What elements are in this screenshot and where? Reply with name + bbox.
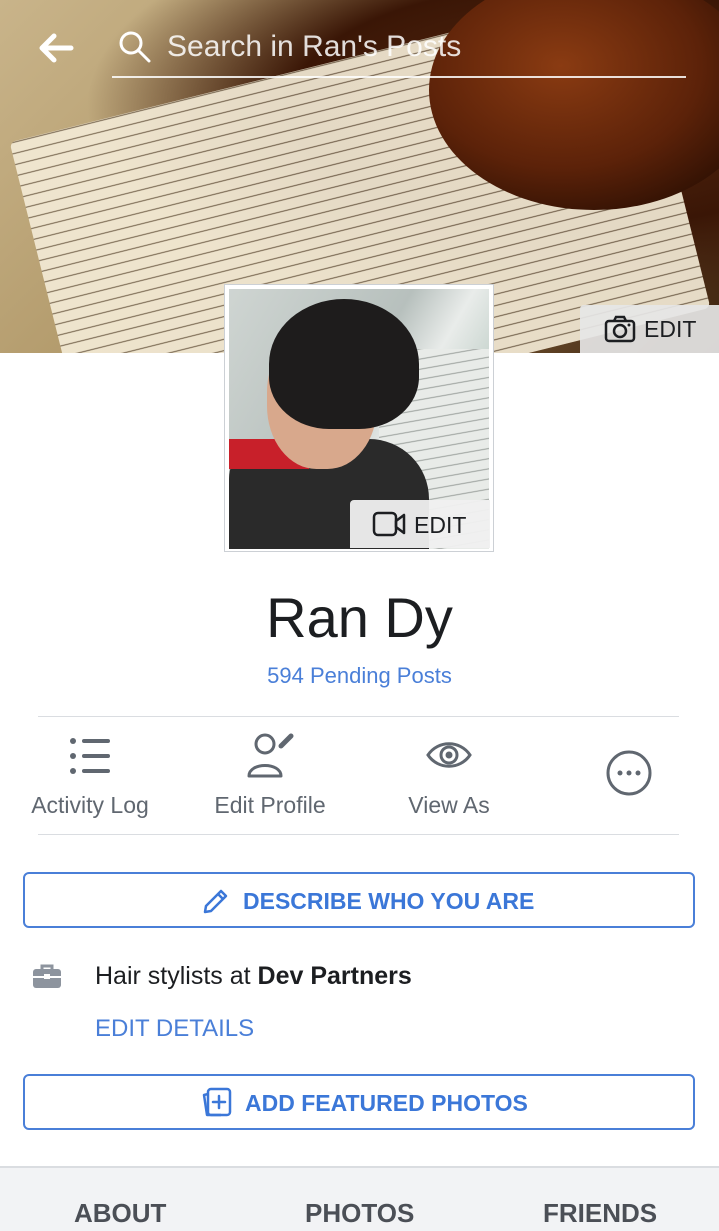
cover-edit-label: EDIT bbox=[644, 316, 697, 342]
pending-posts-link[interactable]: 594 Pending Posts bbox=[0, 663, 719, 689]
profile-edit-label: EDIT bbox=[414, 512, 467, 538]
tab-friends[interactable]: FRIENDS bbox=[543, 1198, 657, 1229]
edit-profile-icon bbox=[245, 730, 295, 780]
back-arrow-icon[interactable] bbox=[38, 30, 74, 66]
view-as-label: View As bbox=[408, 792, 490, 818]
profile-name: Ran Dy bbox=[266, 586, 453, 649]
briefcase-icon bbox=[32, 963, 62, 989]
activity-log-button[interactable]: Activity Log bbox=[0, 730, 180, 819]
edit-profile-label: Edit Profile bbox=[214, 792, 326, 818]
search-input[interactable]: Search in Ran's Posts bbox=[167, 30, 461, 64]
edit-profile-button[interactable]: Edit Profile bbox=[180, 730, 360, 819]
edit-details-link[interactable]: EDIT DETAILS bbox=[95, 1015, 254, 1043]
profile-video-edit-button[interactable]: EDIT bbox=[350, 500, 490, 548]
tab-photos[interactable]: PHOTOS bbox=[305, 1198, 414, 1229]
divider bbox=[38, 716, 679, 717]
video-camera-icon bbox=[372, 511, 406, 537]
add-featured-photos-button[interactable]: ADD FEATURED PHOTOS bbox=[23, 1074, 695, 1130]
tab-about[interactable]: ABOUT bbox=[74, 1198, 166, 1229]
search-icon bbox=[118, 30, 152, 64]
view-as-button[interactable]: View As bbox=[359, 730, 539, 819]
describe-label: DESCRIBE WHO YOU ARE bbox=[243, 888, 535, 914]
divider bbox=[38, 834, 679, 835]
pencil-icon bbox=[201, 886, 231, 916]
featured-label: ADD FEATURED PHOTOS bbox=[245, 1090, 528, 1116]
add-photo-icon bbox=[201, 1086, 233, 1118]
more-button[interactable] bbox=[539, 748, 719, 798]
camera-icon bbox=[604, 315, 636, 343]
search-bar[interactable]: Search in Ran's Posts bbox=[112, 18, 686, 78]
work-info: Hair stylists at Dev Partners bbox=[95, 962, 412, 990]
list-icon bbox=[65, 730, 115, 780]
more-icon bbox=[604, 748, 654, 798]
work-company[interactable]: Dev Partners bbox=[258, 962, 412, 990]
eye-icon bbox=[424, 730, 474, 780]
cover-edit-button[interactable]: EDIT bbox=[580, 305, 719, 353]
describe-who-you-are-button[interactable]: DESCRIBE WHO YOU ARE bbox=[23, 872, 695, 928]
activity-log-label: Activity Log bbox=[31, 792, 149, 818]
